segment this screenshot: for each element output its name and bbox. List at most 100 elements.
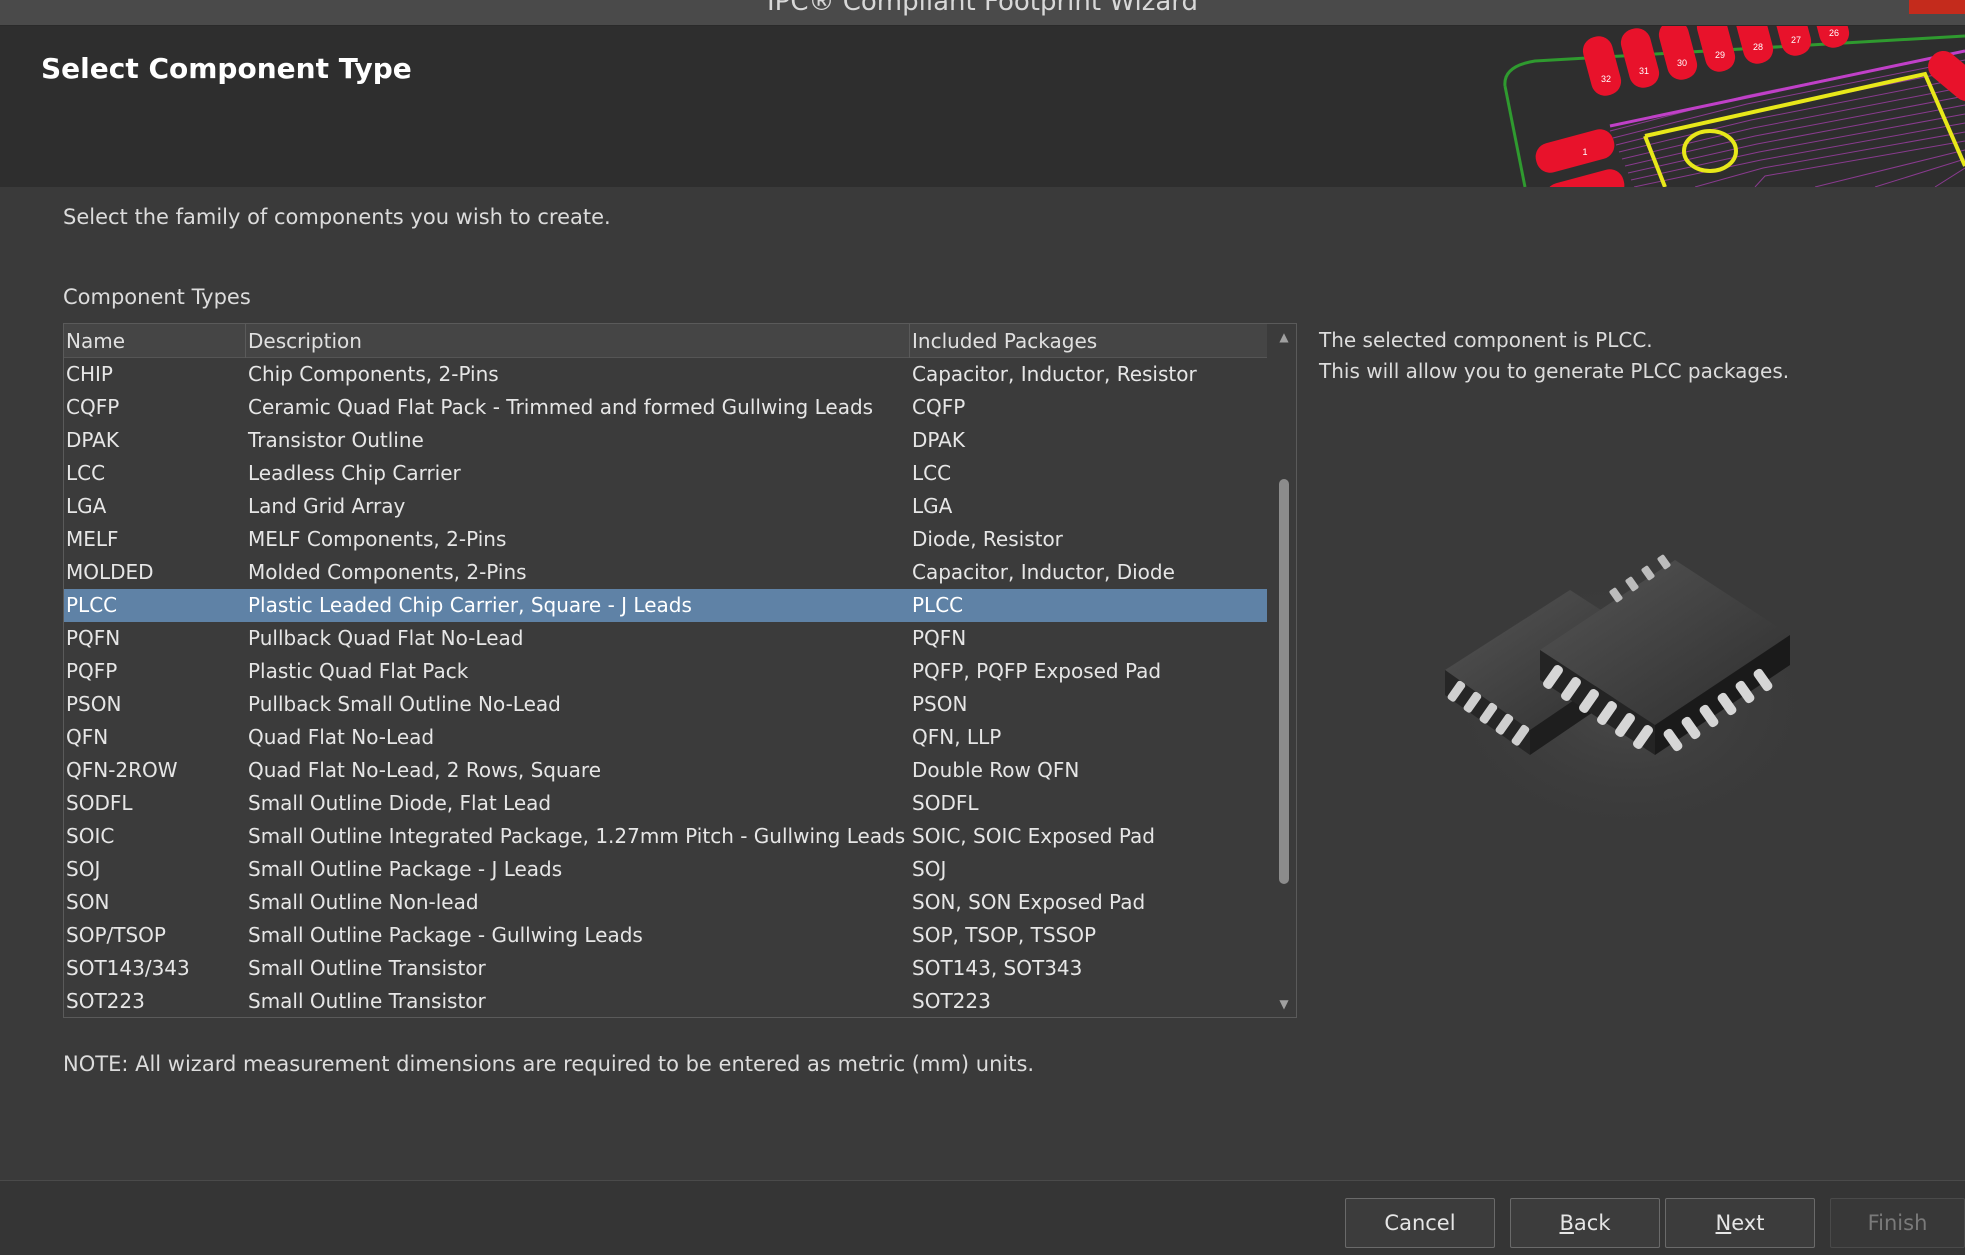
intro-text: Select the family of components you wish…: [63, 205, 611, 229]
cell-packages: Capacitor, Inductor, Resistor: [912, 362, 1197, 386]
metric-units-note: NOTE: All wizard measurement dimensions …: [63, 1052, 1035, 1076]
table-row[interactable]: SOP/TSOP Small Outline Package - Gullwing…: [64, 919, 1267, 952]
column-header-description[interactable]: Description: [246, 324, 910, 358]
cell-name: SOT223: [66, 989, 145, 1013]
table-row[interactable]: SOT223 Small Outline Transistor SOT223: [64, 985, 1267, 1017]
cell-name: PLCC: [66, 593, 118, 617]
cell-name: SODFL: [66, 791, 133, 815]
pcb-footprint-illustration: 32 31 30 29 28 27 26 1: [1503, 26, 1965, 187]
cell-packages: SON, SON Exposed Pad: [912, 890, 1146, 914]
cell-description: Quad Flat No-Lead: [248, 725, 435, 749]
plcc-package-image: [1430, 550, 1830, 830]
cell-description: Small Outline Transistor: [248, 989, 486, 1013]
table-row[interactable]: PLCC Plastic Leaded Chip Carrier, Square …: [64, 589, 1267, 622]
cell-description: Molded Components, 2-Pins: [248, 560, 527, 584]
pad-label: 28: [1753, 42, 1763, 52]
pad-label: 1: [1582, 147, 1587, 157]
cell-name: SON: [66, 890, 110, 914]
table-row[interactable]: LGA Land Grid Array LGA: [64, 490, 1267, 523]
table-row[interactable]: QFN Quad Flat No-Lead QFN, LLP: [64, 721, 1267, 754]
cell-description: Small Outline Integrated Package, 1.27mm…: [248, 824, 906, 848]
cell-name: DPAK: [66, 428, 119, 452]
table-row[interactable]: PQFN Pullback Quad Flat No-Lead PQFN: [64, 622, 1267, 655]
grid-header: Name Description Included Packages: [64, 324, 1267, 358]
scroll-down-arrow-icon[interactable]: ▼: [1271, 993, 1296, 1015]
grid-rows: CHIP Chip Components, 2-Pins Capacitor, In…: [64, 358, 1267, 1017]
scroll-thumb[interactable]: [1279, 479, 1289, 884]
selection-info-line1: The selected component is PLCC.: [1319, 328, 1653, 352]
page-title: Select Component Type: [41, 52, 412, 85]
cell-description: MELF Components, 2-Pins: [248, 527, 507, 551]
cell-packages: Diode, Resistor: [912, 527, 1063, 551]
table-row[interactable]: PSON Pullback Small Outline No-Lead PSON: [64, 688, 1267, 721]
cell-packages: SOP, TSOP, TSSOP: [912, 923, 1097, 947]
table-row[interactable]: MOLDED Molded Components, 2-Pins Capacitor…: [64, 556, 1267, 589]
table-row[interactable]: CQFP Ceramic Quad Flat Pack - Trimmed and…: [64, 391, 1267, 424]
wizard-footer: Cancel Back Next Finish: [0, 1180, 1965, 1255]
pad-label: 27: [1791, 35, 1801, 45]
cell-description: Small Outline Transistor: [248, 956, 486, 980]
back-button-mnemonic: B: [1559, 1211, 1574, 1235]
cell-name: MOLDED: [66, 560, 154, 584]
cell-description: Transistor Outline: [248, 428, 424, 452]
selection-info-line2: This will allow you to generate PLCC pac…: [1319, 359, 1790, 383]
cell-name: SOT143/343: [66, 956, 190, 980]
cell-packages: LCC: [912, 461, 952, 485]
cell-name: LCC: [66, 461, 106, 485]
cell-description: Small Outline Package - J Leads: [248, 857, 563, 881]
cell-packages: SOT223: [912, 989, 991, 1013]
scroll-up-arrow-icon[interactable]: ▲: [1271, 326, 1296, 348]
table-row[interactable]: CHIP Chip Components, 2-Pins Capacitor, In…: [64, 358, 1267, 391]
table-row[interactable]: QFN-2ROW Quad Flat No-Lead, 2 Rows, Squar…: [64, 754, 1267, 787]
next-button[interactable]: Next: [1665, 1198, 1815, 1248]
cell-packages: Double Row QFN: [912, 758, 1080, 782]
next-button-mnemonic: N: [1715, 1211, 1732, 1235]
cell-packages: SODFL: [912, 791, 979, 815]
column-header-packages[interactable]: Included Packages: [910, 324, 1267, 358]
cell-name: SOIC: [66, 824, 115, 848]
table-row[interactable]: SON Small Outline Non-lead SON, SON Expose…: [64, 886, 1267, 919]
cell-name: MELF: [66, 527, 119, 551]
cell-packages: PSON: [912, 692, 968, 716]
finish-button[interactable]: Finish: [1830, 1198, 1965, 1248]
table-row[interactable]: SOJ Small Outline Package - J Leads SOJ: [64, 853, 1267, 886]
cell-name: PSON: [66, 692, 122, 716]
table-row[interactable]: SOT143/343 Small Outline Transistor SOT143…: [64, 952, 1267, 985]
title-bar: IPC® Compliant Footprint Wizard: [0, 0, 1965, 26]
cell-packages: DPAK: [912, 428, 965, 452]
cell-packages: PLCC: [912, 593, 964, 617]
back-button[interactable]: Back: [1510, 1198, 1660, 1248]
cell-name: PQFN: [66, 626, 121, 650]
window-title: IPC® Compliant Footprint Wizard: [766, 0, 1199, 17]
cell-packages: LGA: [912, 494, 953, 518]
cell-packages: PQFP, PQFP Exposed Pad: [912, 659, 1162, 683]
table-row[interactable]: LCC Leadless Chip Carrier LCC: [64, 457, 1267, 490]
table-row[interactable]: MELF MELF Components, 2-Pins Diode, Resist…: [64, 523, 1267, 556]
next-button-label: ext: [1731, 1211, 1765, 1235]
cell-description: Ceramic Quad Flat Pack - Trimmed and for…: [248, 395, 874, 419]
close-button[interactable]: [1909, 0, 1965, 14]
cell-name: CQFP: [66, 395, 120, 419]
cell-packages: PQFN: [912, 626, 967, 650]
table-row[interactable]: SOIC Small Outline Integrated Package, 1.…: [64, 820, 1267, 853]
cell-name: LGA: [66, 494, 107, 518]
component-types-grid[interactable]: Name Description Included Packages CHIP C…: [63, 323, 1297, 1018]
cell-description: Pullback Small Outline No-Lead: [248, 692, 561, 716]
cell-description: Chip Components, 2-Pins: [248, 362, 499, 386]
cell-name: CHIP: [66, 362, 113, 386]
pad-label: 30: [1677, 58, 1687, 68]
cell-description: Small Outline Diode, Flat Lead: [248, 791, 552, 815]
table-row[interactable]: PQFP Plastic Quad Flat Pack PQFP, PQFP Exp…: [64, 655, 1267, 688]
cancel-button[interactable]: Cancel: [1345, 1198, 1495, 1248]
back-button-label: ack: [1573, 1211, 1611, 1235]
selection-info: The selected component is PLCC. This wil…: [1319, 325, 1789, 387]
table-row[interactable]: SODFL Small Outline Diode, Flat Lead SODFL: [64, 787, 1267, 820]
cell-description: Small Outline Non-lead: [248, 890, 479, 914]
vertical-scrollbar[interactable]: ▲ ▼: [1271, 324, 1296, 1017]
pad-label: 31: [1639, 66, 1649, 76]
cell-description: Plastic Leaded Chip Carrier, Square - J …: [248, 593, 692, 617]
cell-packages: CQFP: [912, 395, 966, 419]
cell-description: Land Grid Array: [248, 494, 406, 518]
table-row[interactable]: DPAK Transistor Outline DPAK: [64, 424, 1267, 457]
column-header-name[interactable]: Name: [64, 324, 246, 358]
